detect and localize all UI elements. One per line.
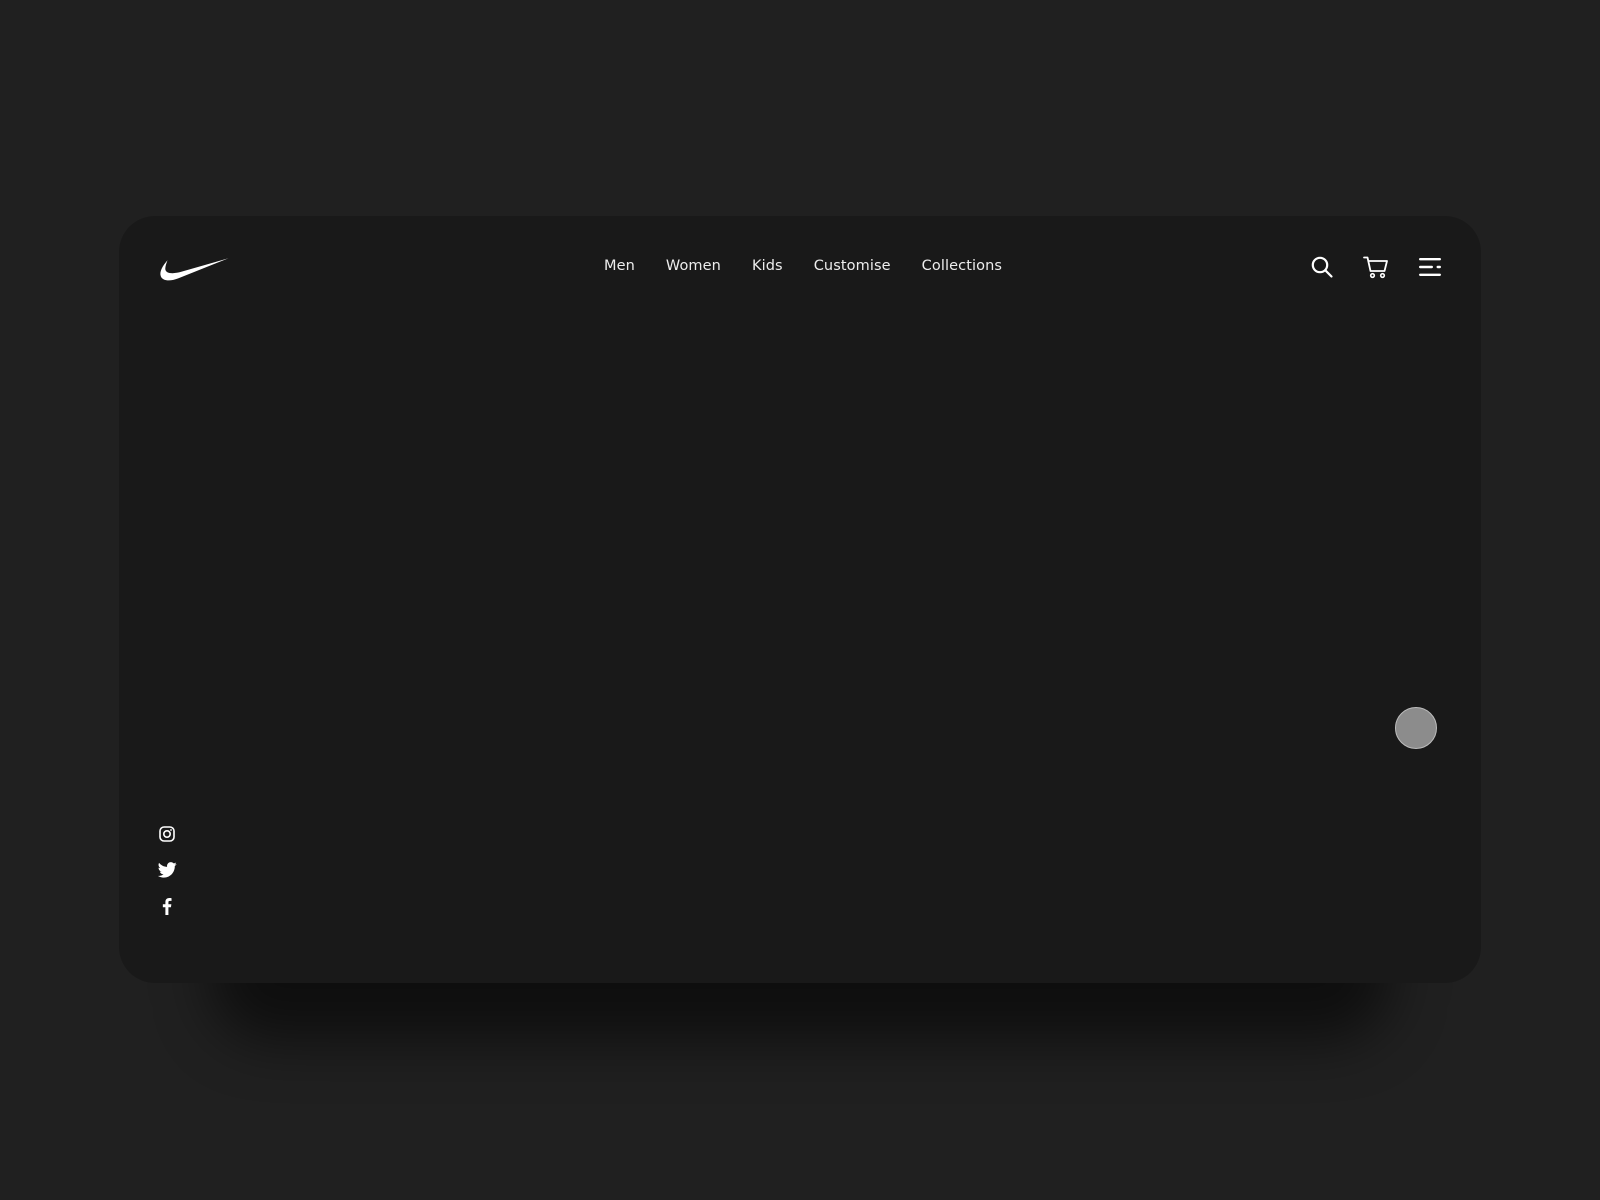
page: Men Women Kids Customise Collections — [0, 0, 1600, 1200]
nav-item-customise[interactable]: Customise — [814, 258, 891, 274]
twitter-icon — [157, 862, 177, 878]
facebook-link[interactable] — [157, 896, 177, 916]
header-actions — [1309, 254, 1443, 280]
cart-icon — [1363, 256, 1388, 279]
search-button[interactable] — [1309, 254, 1335, 280]
search-icon — [1311, 256, 1333, 278]
slider-indicator[interactable] — [1395, 707, 1437, 749]
nav-item-collections[interactable]: Collections — [922, 258, 1002, 274]
menu-button[interactable] — [1417, 254, 1443, 280]
social-links — [157, 824, 177, 916]
nav-item-men[interactable]: Men — [604, 258, 635, 274]
swoosh-logo-icon — [160, 258, 229, 281]
instagram-icon — [159, 826, 175, 842]
instagram-link[interactable] — [157, 824, 177, 844]
twitter-link[interactable] — [157, 860, 177, 880]
facebook-icon — [162, 897, 172, 915]
main-nav: Men Women Kids Customise Collections — [119, 258, 1481, 274]
hero-card: Men Women Kids Customise Collections — [119, 216, 1481, 983]
brand-logo[interactable] — [158, 254, 230, 284]
nav-item-kids[interactable]: Kids — [752, 258, 783, 274]
cart-button[interactable] — [1363, 254, 1389, 280]
menu-icon — [1419, 258, 1441, 276]
nav-item-women[interactable]: Women — [666, 258, 721, 274]
